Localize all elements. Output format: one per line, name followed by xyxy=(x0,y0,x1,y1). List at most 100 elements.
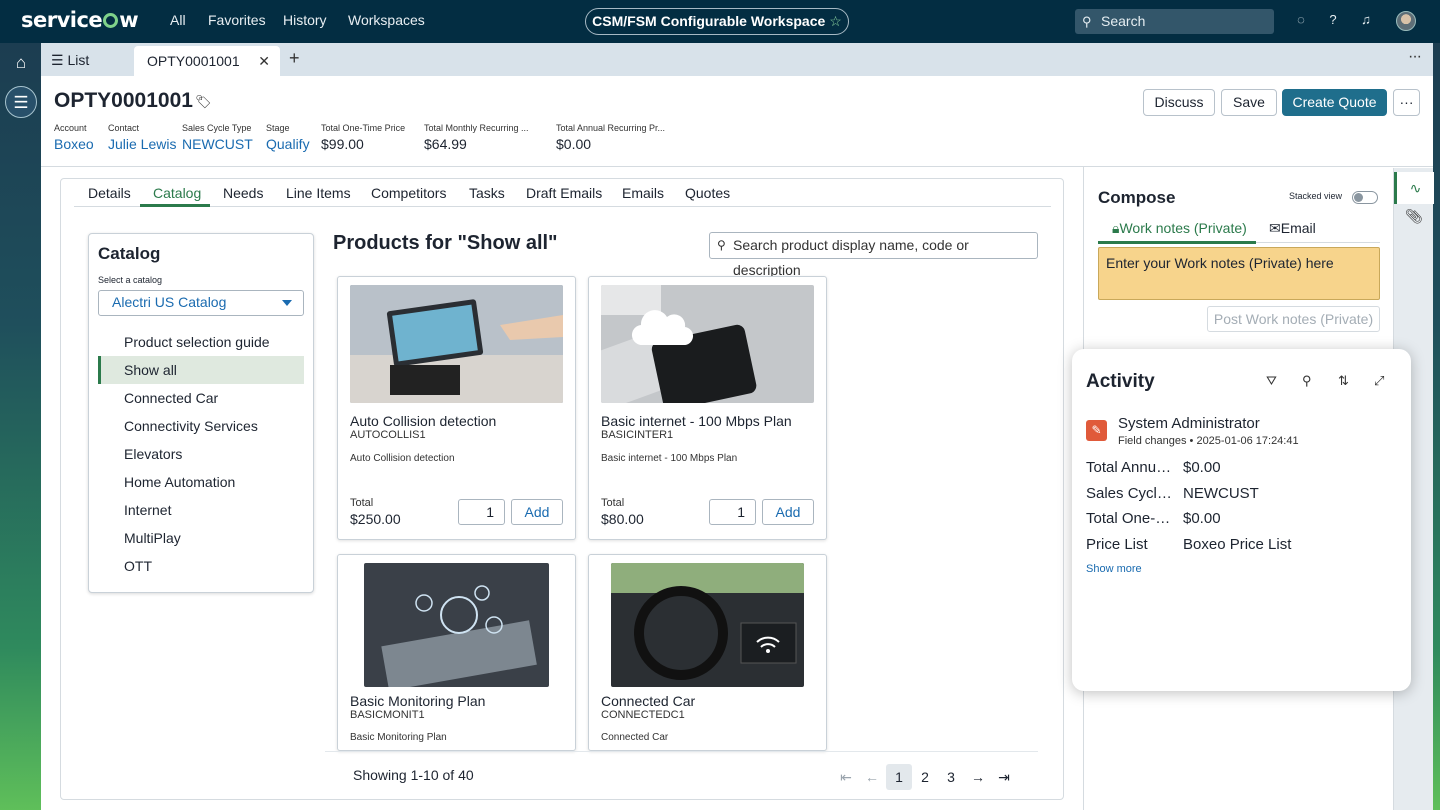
last-page-icon[interactable]: ⇥ xyxy=(991,764,1017,790)
tab-list[interactable]: ☰ List xyxy=(51,52,89,69)
notifications-icon[interactable]: ♫ xyxy=(1358,12,1374,28)
page-2[interactable]: 2 xyxy=(912,764,938,790)
create-quote-button[interactable]: Create Quote xyxy=(1282,89,1387,116)
catalog-item-show-all[interactable]: Show all xyxy=(98,356,304,384)
close-icon[interactable]: ✕ xyxy=(258,53,270,70)
catalog-item-product-selection-guide[interactable]: Product selection guide xyxy=(98,328,304,356)
field-monthly-recurring: Total Monthly Recurring ... $64.99 xyxy=(424,123,529,152)
add-tab-icon[interactable]: + xyxy=(289,48,300,69)
field-label: Contact xyxy=(108,123,140,133)
activity-field-value: Boxeo Price List xyxy=(1183,536,1292,553)
catalog-item-connected-car[interactable]: Connected Car xyxy=(98,384,304,412)
add-button[interactable]: Add xyxy=(511,499,563,525)
add-button[interactable]: Add xyxy=(762,499,814,525)
more-icon[interactable]: ··· xyxy=(1408,48,1422,66)
nav-workspaces[interactable]: Workspaces xyxy=(348,12,425,28)
catalog-item-internet[interactable]: Internet xyxy=(98,496,304,524)
field-one-time-price: Total One-Time Price $99.00 xyxy=(321,123,405,152)
stacked-view-toggle[interactable] xyxy=(1352,191,1378,204)
servicenow-logo[interactable]: service w xyxy=(21,8,139,32)
list-icon[interactable]: ☰ xyxy=(5,86,37,118)
save-button[interactable]: Save xyxy=(1221,89,1277,116)
discuss-button[interactable]: Discuss xyxy=(1143,89,1215,116)
nav-history[interactable]: History xyxy=(283,12,327,28)
home-icon[interactable]: ⌂ xyxy=(5,47,37,79)
show-more-link[interactable]: Show more xyxy=(1086,563,1142,575)
filter-icon[interactable]: ⛛ xyxy=(1266,373,1277,389)
workspace-switcher[interactable]: CSM/FSM Configurable Workspace ☆ xyxy=(585,8,849,35)
first-page-icon[interactable]: ⇤ xyxy=(833,764,859,790)
contact-link[interactable]: Julie Lewis xyxy=(108,136,176,152)
active-tab-indicator xyxy=(140,204,210,207)
activity-user[interactable]: System Administrator xyxy=(1118,415,1260,432)
quantity-input[interactable]: 1 xyxy=(709,499,756,525)
tab-emails[interactable]: Emails xyxy=(622,185,664,201)
star-icon[interactable]: ☆ xyxy=(829,13,842,29)
sales-cycle-link[interactable]: NEWCUST xyxy=(182,136,253,152)
tab-work-notes[interactable]: 🔒︎Work notes (Private) xyxy=(1112,220,1247,237)
tab-competitors[interactable]: Competitors xyxy=(371,185,446,201)
sort-icon[interactable]: ⇅ xyxy=(1338,373,1349,389)
activity-field-key: Price List xyxy=(1086,536,1148,553)
paperclip-icon[interactable]: 📎︎ xyxy=(1394,208,1434,225)
more-actions-icon[interactable]: ··· xyxy=(1393,89,1420,116)
account-link[interactable]: Boxeo xyxy=(54,136,94,152)
field-value: $64.99 xyxy=(424,136,467,152)
pagination-divider xyxy=(325,751,1038,752)
products-heading: Products for "Show all" xyxy=(333,232,558,254)
product-description: Auto Collision detection xyxy=(350,453,455,464)
nav-all[interactable]: All xyxy=(170,12,186,28)
global-search-label: Search xyxy=(1101,13,1146,29)
product-card[interactable]: Connected Car CONNECTEDC1 Connected Car xyxy=(588,554,827,751)
tab-quotes[interactable]: Quotes xyxy=(685,185,730,201)
product-card[interactable]: Basic Monitoring Plan BASICMONIT1 Basic … xyxy=(337,554,576,751)
tag-icon[interactable]: 🏷 xyxy=(195,94,212,110)
expand-icon[interactable]: ⤢ xyxy=(1374,373,1384,389)
catalog-select[interactable]: Alectri US Catalog xyxy=(98,290,304,316)
product-description: Basic internet - 100 Mbps Plan xyxy=(601,453,738,464)
page-3[interactable]: 3 xyxy=(938,764,964,790)
field-contact: Contact Julie Lewis xyxy=(108,123,176,152)
chat-icon[interactable]: ◌ xyxy=(1293,12,1309,28)
field-label: Total Annual Recurring Pr... xyxy=(556,123,666,133)
total-label: Total xyxy=(601,497,625,509)
envelope-icon: ✉ xyxy=(1269,220,1281,236)
search-icon[interactable]: ⚲ xyxy=(1302,373,1312,389)
catalog-item-home-automation[interactable]: Home Automation xyxy=(98,468,304,496)
catalog-item-connectivity-services[interactable]: Connectivity Services xyxy=(98,412,304,440)
left-rail: ⌂ ☰ xyxy=(0,43,41,810)
tab-draft-emails[interactable]: Draft Emails xyxy=(526,185,602,201)
field-value: $99.00 xyxy=(321,136,364,152)
tab-tasks[interactable]: Tasks xyxy=(469,185,505,201)
tab-record[interactable]: OPTY0001001 ✕ xyxy=(134,46,280,76)
catalog-item-multiplay[interactable]: MultiPlay xyxy=(98,524,304,552)
tab-details[interactable]: Details xyxy=(88,185,131,201)
next-page-icon[interactable]: → xyxy=(965,764,991,790)
previous-page-icon[interactable]: ← xyxy=(859,764,885,790)
global-search[interactable]: ⚲ Search xyxy=(1075,9,1274,34)
tab-catalog[interactable]: Catalog xyxy=(153,185,201,201)
activity-field-value: $0.00 xyxy=(1183,510,1221,527)
catalog-item-ott[interactable]: OTT xyxy=(98,552,304,580)
tab-line-items[interactable]: Line Items xyxy=(286,185,351,201)
catalog-item-elevators[interactable]: Elevators xyxy=(98,440,304,468)
user-avatar[interactable] xyxy=(1396,11,1416,31)
product-search-input[interactable]: ⚲ Search product display name, code or de… xyxy=(709,232,1038,278)
help-icon[interactable]: ? xyxy=(1325,12,1341,28)
activity-pulse-icon[interactable]: ∿ xyxy=(1394,172,1434,204)
tab-needs[interactable]: Needs xyxy=(223,185,263,201)
catalog-panel: Catalog Select a catalog Alectri US Cata… xyxy=(88,233,314,593)
field-account: Account Boxeo xyxy=(54,123,94,152)
tab-email[interactable]: ✉Email xyxy=(1269,220,1316,237)
page-1[interactable]: 1 xyxy=(886,764,912,790)
showing-count: Showing 1-10 of 40 xyxy=(353,767,474,783)
quantity-input[interactable]: 1 xyxy=(458,499,505,525)
work-notes-textarea[interactable]: Enter your Work notes (Private) here xyxy=(1098,247,1380,300)
product-card[interactable]: Basic internet - 100 Mbps Plan BASICINTE… xyxy=(588,276,827,540)
stage-link[interactable]: Qualify xyxy=(266,136,310,152)
product-card[interactable]: Auto Collision detection AUTOCOLLIS1 Aut… xyxy=(337,276,576,540)
nav-favorites[interactable]: Favorites xyxy=(208,12,266,28)
product-code: BASICINTER1 xyxy=(601,429,674,441)
record-header: OPTY0001001 🏷 Discuss Save Create Quote … xyxy=(41,76,1433,167)
post-work-notes-button[interactable]: Post Work notes (Private) xyxy=(1207,306,1380,332)
